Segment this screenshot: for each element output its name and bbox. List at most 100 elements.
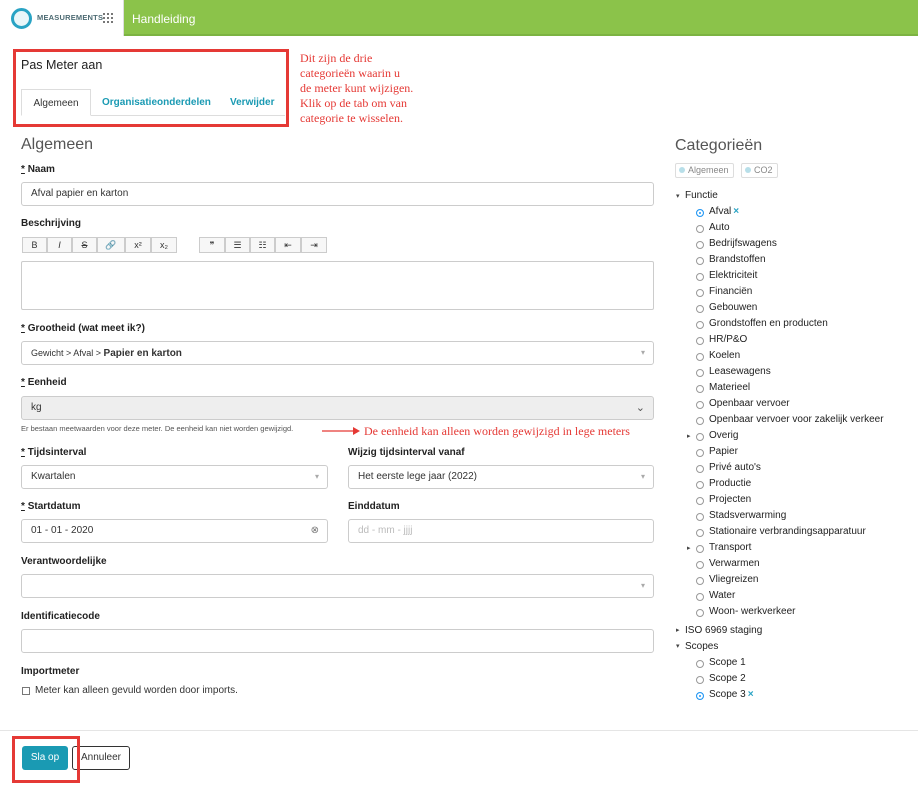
quantity-select[interactable]: Gewicht > Afval > Papier en karton ▾ [21, 341, 654, 365]
description-editor[interactable] [21, 261, 654, 310]
remove-icon[interactable]: × [733, 206, 739, 217]
indent-button[interactable]: ⇥ [301, 237, 327, 253]
category-radio[interactable] [696, 305, 704, 313]
category-radio[interactable] [696, 433, 704, 441]
app-grid-icon[interactable] [103, 13, 113, 23]
tree-item[interactable]: Materieel [709, 382, 750, 393]
numbered-list-button[interactable]: ☷ [250, 237, 275, 253]
identification-input[interactable] [21, 629, 654, 653]
link-button[interactable]: 🔗 [97, 237, 125, 253]
tree-item[interactable]: Elektriciteit [709, 270, 757, 281]
caret-right-icon[interactable]: ▸ [676, 626, 680, 634]
import-checkbox[interactable] [22, 687, 30, 695]
tree-group-scopes[interactable]: Scopes [685, 641, 718, 652]
scope-radio[interactable] [696, 676, 704, 684]
tree-item[interactable]: Stationaire verbrandingsapparatuur [709, 526, 866, 537]
tree-item[interactable]: HR/P&O [709, 334, 747, 345]
unit-label: * Eenheid [21, 377, 67, 388]
start-date-input[interactable]: 01 - 01 - 2020 ⊗ [21, 519, 328, 543]
import-checkbox-label: Meter kan alleen gevuld worden door impo… [35, 685, 238, 696]
chip-algemeen[interactable]: Algemeen [675, 163, 734, 178]
chip-co2[interactable]: CO2 [741, 163, 778, 178]
scope-radio[interactable] [696, 660, 704, 668]
category-radio[interactable] [696, 273, 704, 281]
scope-radio[interactable] [696, 692, 704, 700]
help-link[interactable]: Handleiding [132, 12, 195, 26]
scope-item[interactable]: Scope 2 [709, 673, 746, 684]
subscript-button[interactable]: x₂ [151, 237, 177, 253]
category-radio[interactable] [696, 465, 704, 473]
category-radio[interactable] [696, 289, 704, 297]
category-radio[interactable] [696, 241, 704, 249]
category-radio[interactable] [696, 497, 704, 505]
tree-item[interactable]: Koelen [709, 350, 740, 361]
bold-button[interactable]: B [22, 237, 47, 253]
remove-icon[interactable]: × [748, 689, 754, 700]
tree-item[interactable]: Leasewagens [709, 366, 771, 377]
tree-item[interactable]: Openbaar vervoer voor zakelijk verkeer [709, 414, 884, 425]
tree-item[interactable]: Gebouwen [709, 302, 757, 313]
tree-item[interactable]: Verwarmen [709, 558, 760, 569]
category-radio[interactable] [696, 545, 704, 553]
category-radio[interactable] [696, 369, 704, 377]
category-radio[interactable] [696, 257, 704, 265]
interval-select[interactable]: Kwartalen ▾ [21, 465, 328, 489]
category-radio[interactable] [696, 529, 704, 537]
tree-item[interactable]: Productie [709, 478, 751, 489]
tree-item[interactable]: Woon- werkverkeer [709, 606, 796, 617]
category-radio[interactable] [696, 337, 704, 345]
cancel-button[interactable]: Annuleer [72, 746, 130, 770]
responsible-select[interactable]: ▾ [21, 574, 654, 598]
tree-item[interactable]: Transport [709, 542, 751, 553]
italic-button[interactable]: I [47, 237, 72, 253]
caret-right-icon[interactable]: ▸ [687, 432, 691, 440]
logo-icon [11, 8, 32, 29]
superscript-button[interactable]: x² [125, 237, 151, 253]
tree-item[interactable]: Brandstoffen [709, 254, 766, 265]
category-radio[interactable] [696, 401, 704, 409]
tree-item[interactable]: Privé auto's [709, 462, 761, 473]
category-radio[interactable] [696, 449, 704, 457]
chevron-down-icon: ▾ [640, 581, 645, 590]
tree-item[interactable]: Auto [709, 222, 730, 233]
category-radio[interactable] [696, 593, 704, 601]
scope-item[interactable]: Scope 3 × [709, 689, 754, 700]
tree-group-iso[interactable]: ISO 6969 staging [685, 625, 762, 636]
tree-group-functie[interactable]: Functie [685, 190, 718, 201]
tree-item[interactable]: Grondstoffen en producten [709, 318, 828, 329]
category-radio[interactable] [696, 481, 704, 489]
end-date-input[interactable]: dd - mm - jjjj [348, 519, 654, 543]
strike-button[interactable]: S [72, 237, 97, 253]
tree-item[interactable]: Vliegreizen [709, 574, 758, 585]
clear-icon[interactable]: ⊗ [311, 520, 319, 542]
tree-item[interactable]: Openbaar vervoer [709, 398, 790, 409]
caret-down-icon[interactable]: ▾ [676, 192, 680, 200]
category-radio[interactable] [696, 225, 704, 233]
tree-item[interactable]: Papier [709, 446, 738, 457]
tree-item[interactable]: Afval × [709, 206, 739, 217]
category-radio[interactable] [696, 513, 704, 521]
tree-item[interactable]: Bedrijfswagens [709, 238, 777, 249]
caret-down-icon[interactable]: ▾ [676, 642, 680, 650]
category-radio[interactable] [696, 561, 704, 569]
category-radio[interactable] [696, 385, 704, 393]
tree-item[interactable]: Projecten [709, 494, 751, 505]
category-radio[interactable] [696, 577, 704, 585]
tree-item[interactable]: Financiën [709, 286, 752, 297]
brand-area[interactable]: MEASUREMENTS [0, 0, 124, 36]
bullet-list-button[interactable]: ☰ [225, 237, 250, 253]
tree-item[interactable]: Stadsverwarming [709, 510, 786, 521]
category-radio[interactable] [696, 417, 704, 425]
caret-right-icon[interactable]: ▸ [687, 544, 691, 552]
tree-item[interactable]: Water [709, 590, 735, 601]
category-radio[interactable] [696, 609, 704, 617]
interval-change-select[interactable]: Het eerste lege jaar (2022) ▾ [348, 465, 654, 489]
outdent-button[interactable]: ⇤ [275, 237, 301, 253]
quote-button[interactable]: ❞ [199, 237, 225, 253]
category-radio[interactable] [696, 353, 704, 361]
scope-item[interactable]: Scope 1 [709, 657, 746, 668]
category-radio[interactable] [696, 321, 704, 329]
tree-item[interactable]: Overig [709, 430, 738, 441]
name-input[interactable]: Afval papier en karton [21, 182, 654, 206]
category-radio[interactable] [696, 209, 704, 217]
